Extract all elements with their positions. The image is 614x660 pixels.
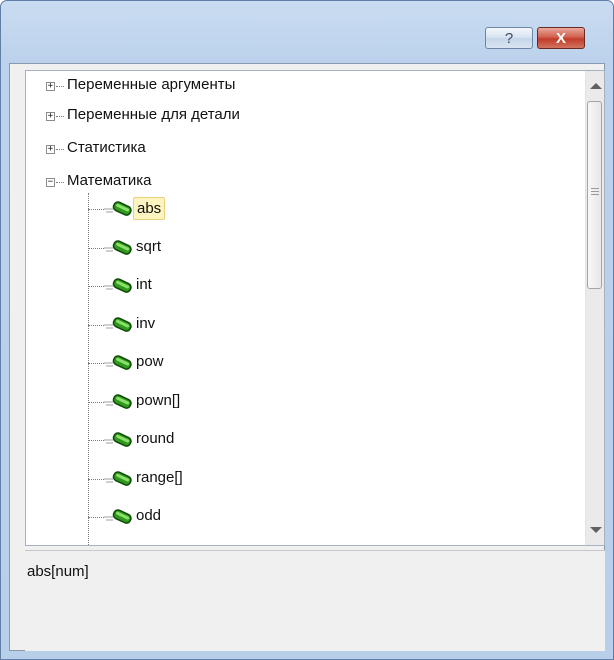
scroll-up-icon[interactable] (590, 83, 602, 89)
title-bar[interactable]: ? X (1, 1, 613, 63)
function-icon (104, 394, 132, 409)
tree-connector (88, 479, 104, 480)
expand-icon[interactable]: + (46, 82, 55, 91)
function-tree[interactable]: + Переменные аргументы + Переменные для … (25, 70, 605, 546)
tree-function-label: range[] (136, 469, 183, 486)
tree-category-label: Статистика (67, 139, 146, 156)
grip-line (591, 191, 599, 192)
tree-connector (88, 193, 89, 545)
function-signature: abs[num] (27, 563, 89, 580)
tree-function-label: inv (136, 315, 156, 332)
function-icon (104, 240, 132, 255)
function-icon (104, 471, 132, 486)
tree-connector (88, 517, 104, 518)
tree-function-label: int (136, 276, 152, 293)
description-panel: abs[num] (25, 550, 605, 651)
tree-connector (88, 209, 104, 210)
close-icon: X (555, 29, 566, 47)
collapse-icon[interactable]: − (46, 178, 55, 187)
vertical-scrollbar[interactable] (585, 71, 604, 545)
tree-function-label: pown[] (136, 392, 181, 409)
tree-function-label: abs (133, 197, 166, 220)
tree-connector (88, 440, 104, 441)
expand-icon[interactable]: + (46, 112, 55, 121)
tree-function-label: round (136, 430, 175, 447)
tree-function-label: pow (136, 353, 164, 370)
help-button[interactable]: ? (485, 27, 533, 49)
dialog-window: ? X + Переменные аргументы + Переменные … (0, 0, 614, 660)
function-icon (104, 432, 132, 447)
tree-function-label: odd (136, 507, 162, 524)
tree-connector (88, 286, 104, 287)
tree-category-label: Переменные для детали (67, 106, 240, 123)
tree-connector (88, 402, 104, 403)
help-icon: ? (504, 29, 514, 47)
tree-connector (56, 86, 64, 87)
dialog-client-area: + Переменные аргументы + Переменные для … (9, 63, 605, 651)
tree-connector (88, 248, 104, 249)
tree-category-label: Переменные аргументы (67, 76, 236, 93)
function-icon (104, 509, 132, 524)
tree-connector (56, 116, 64, 117)
grip-line (591, 194, 599, 195)
tree-connector (56, 182, 64, 183)
close-button[interactable]: X (537, 27, 585, 49)
function-icon (104, 317, 132, 332)
grip-line (591, 188, 599, 189)
tree-connector (88, 325, 104, 326)
tree-category-label: Математика (67, 172, 152, 189)
function-icon (104, 201, 132, 216)
tree-connector (88, 363, 104, 364)
expand-icon[interactable]: + (46, 145, 55, 154)
tree-connector (56, 149, 64, 150)
tree-function-label: sqrt (136, 238, 162, 255)
function-icon (104, 355, 132, 370)
scroll-down-icon[interactable] (590, 527, 602, 533)
scrollbar-thumb[interactable] (587, 101, 602, 289)
function-icon (104, 278, 132, 293)
